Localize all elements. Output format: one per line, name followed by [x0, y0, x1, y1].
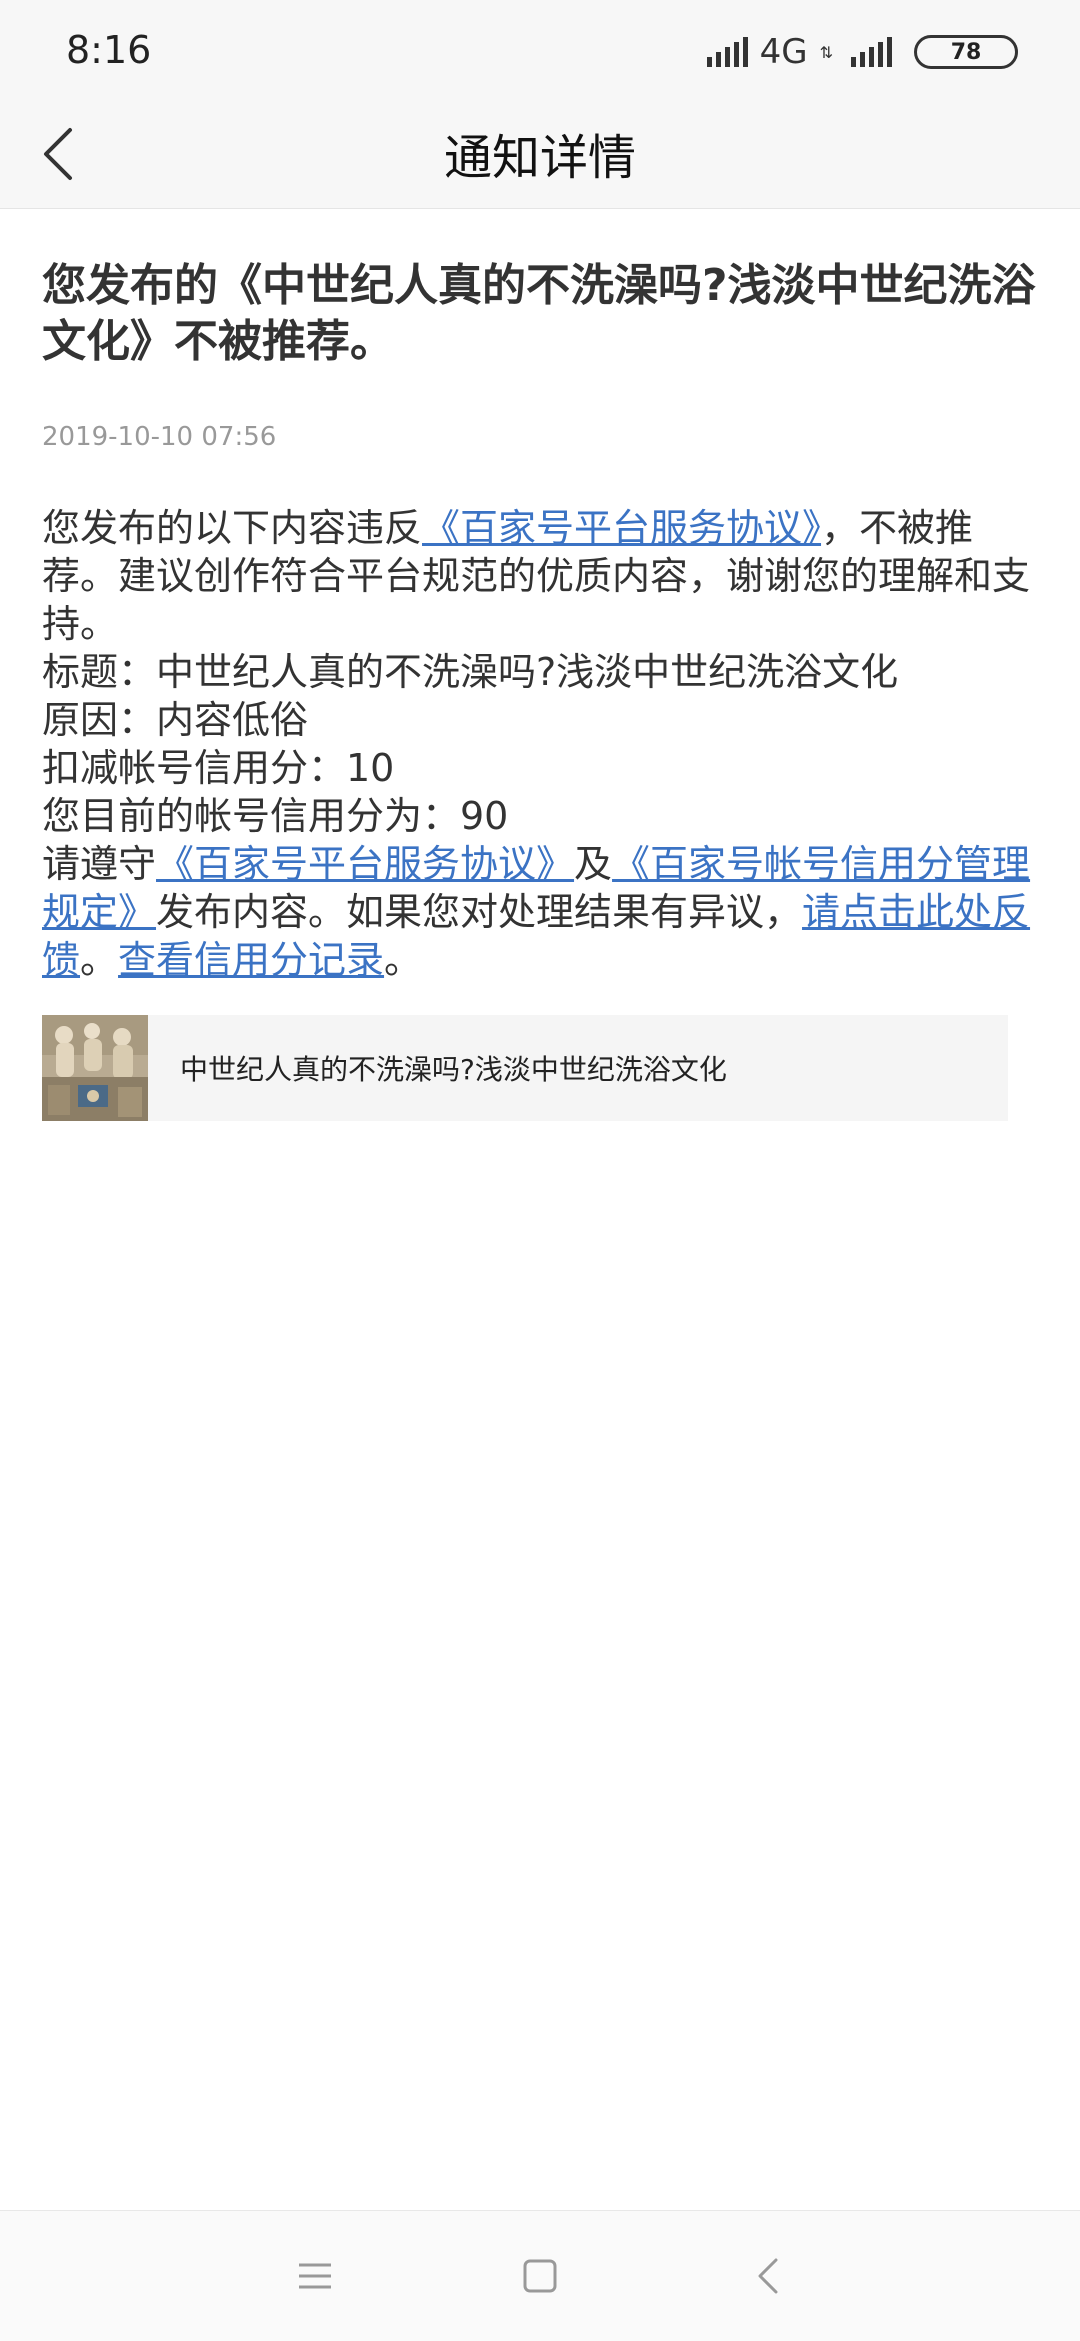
chevron-left-icon: [758, 2258, 778, 2294]
credit-score-line: 您目前的帐号信用分为：90: [42, 794, 509, 838]
article-card-title: 中世纪人真的不洗澡吗?浅淡中世纪洗浴文化: [180, 1053, 727, 1086]
status-bar: 8:16 4G ⇅ 78: [0, 0, 1080, 100]
status-time: 8:16: [66, 28, 152, 72]
guidance-end: 。: [384, 938, 423, 982]
page-title: 通知详情: [443, 130, 636, 186]
signal-icon: [706, 37, 748, 67]
guidance-prefix: 请遵守: [42, 842, 157, 886]
signal-icon-2: [851, 37, 892, 67]
network-type: 4G: [759, 32, 808, 72]
service-agreement-link-2[interactable]: 《百家号平台服务协议》: [156, 842, 574, 886]
service-agreement-link[interactable]: 《百家号平台服务协议》: [422, 506, 821, 550]
guidance-paragraph: 请遵守《百家号平台服务协议》及《百家号帐号信用分管理规定》发布内容。如果您对处理…: [42, 840, 1042, 984]
reason-line: 原因：内容低俗: [42, 698, 309, 742]
header-bar: 通知详情: [0, 100, 1080, 209]
article-title-line: 标题：中世纪人真的不洗澡吗?浅淡中世纪洗浴文化: [42, 650, 899, 694]
guidance-text: 发布内容。如果您对处理结果有异议，: [156, 890, 803, 934]
violation-paragraph: 您发布的以下内容违反《百家号平台服务协议》，不被推荐。建议创作符合平台规范的优质…: [42, 504, 1042, 648]
battery-icon: 78: [914, 35, 1018, 69]
credit-record-link[interactable]: 查看信用分记录: [118, 938, 384, 982]
article-thumbnail: [42, 1015, 148, 1121]
data-activity-icon: ⇅: [819, 42, 833, 62]
square-icon: [523, 2259, 557, 2293]
menu-icon: [299, 2263, 331, 2289]
menu-button[interactable]: [285, 2246, 345, 2306]
notice-timestamp: 2019-10-10 07:56: [42, 422, 277, 452]
violation-prefix: 您发布的以下内容违反: [42, 506, 423, 550]
guidance-conjunction: 及: [574, 842, 613, 886]
battery-level: 78: [950, 39, 982, 65]
home-button[interactable]: [510, 2246, 570, 2306]
deduction-line: 扣减帐号信用分：10: [42, 746, 395, 790]
guidance-separator: 。: [80, 938, 119, 982]
system-nav-bar: [0, 2210, 1080, 2341]
notice-content: 您发布的《中世纪人真的不洗澡吗?浅淡中世纪洗浴文化》不被推荐。 2019-10-…: [42, 258, 1042, 984]
status-indicators: 4G ⇅ 78: [706, 30, 1018, 74]
notice-headline: 您发布的《中世纪人真的不洗澡吗?浅淡中世纪洗浴文化》不被推荐。: [42, 260, 1036, 367]
notice-body: 您发布的以下内容违反《百家号平台服务协议》，不被推荐。建议创作符合平台规范的优质…: [42, 504, 1042, 984]
article-card[interactable]: 中世纪人真的不洗澡吗?浅淡中世纪洗浴文化: [42, 1015, 1008, 1121]
system-back-button[interactable]: [738, 2246, 798, 2306]
